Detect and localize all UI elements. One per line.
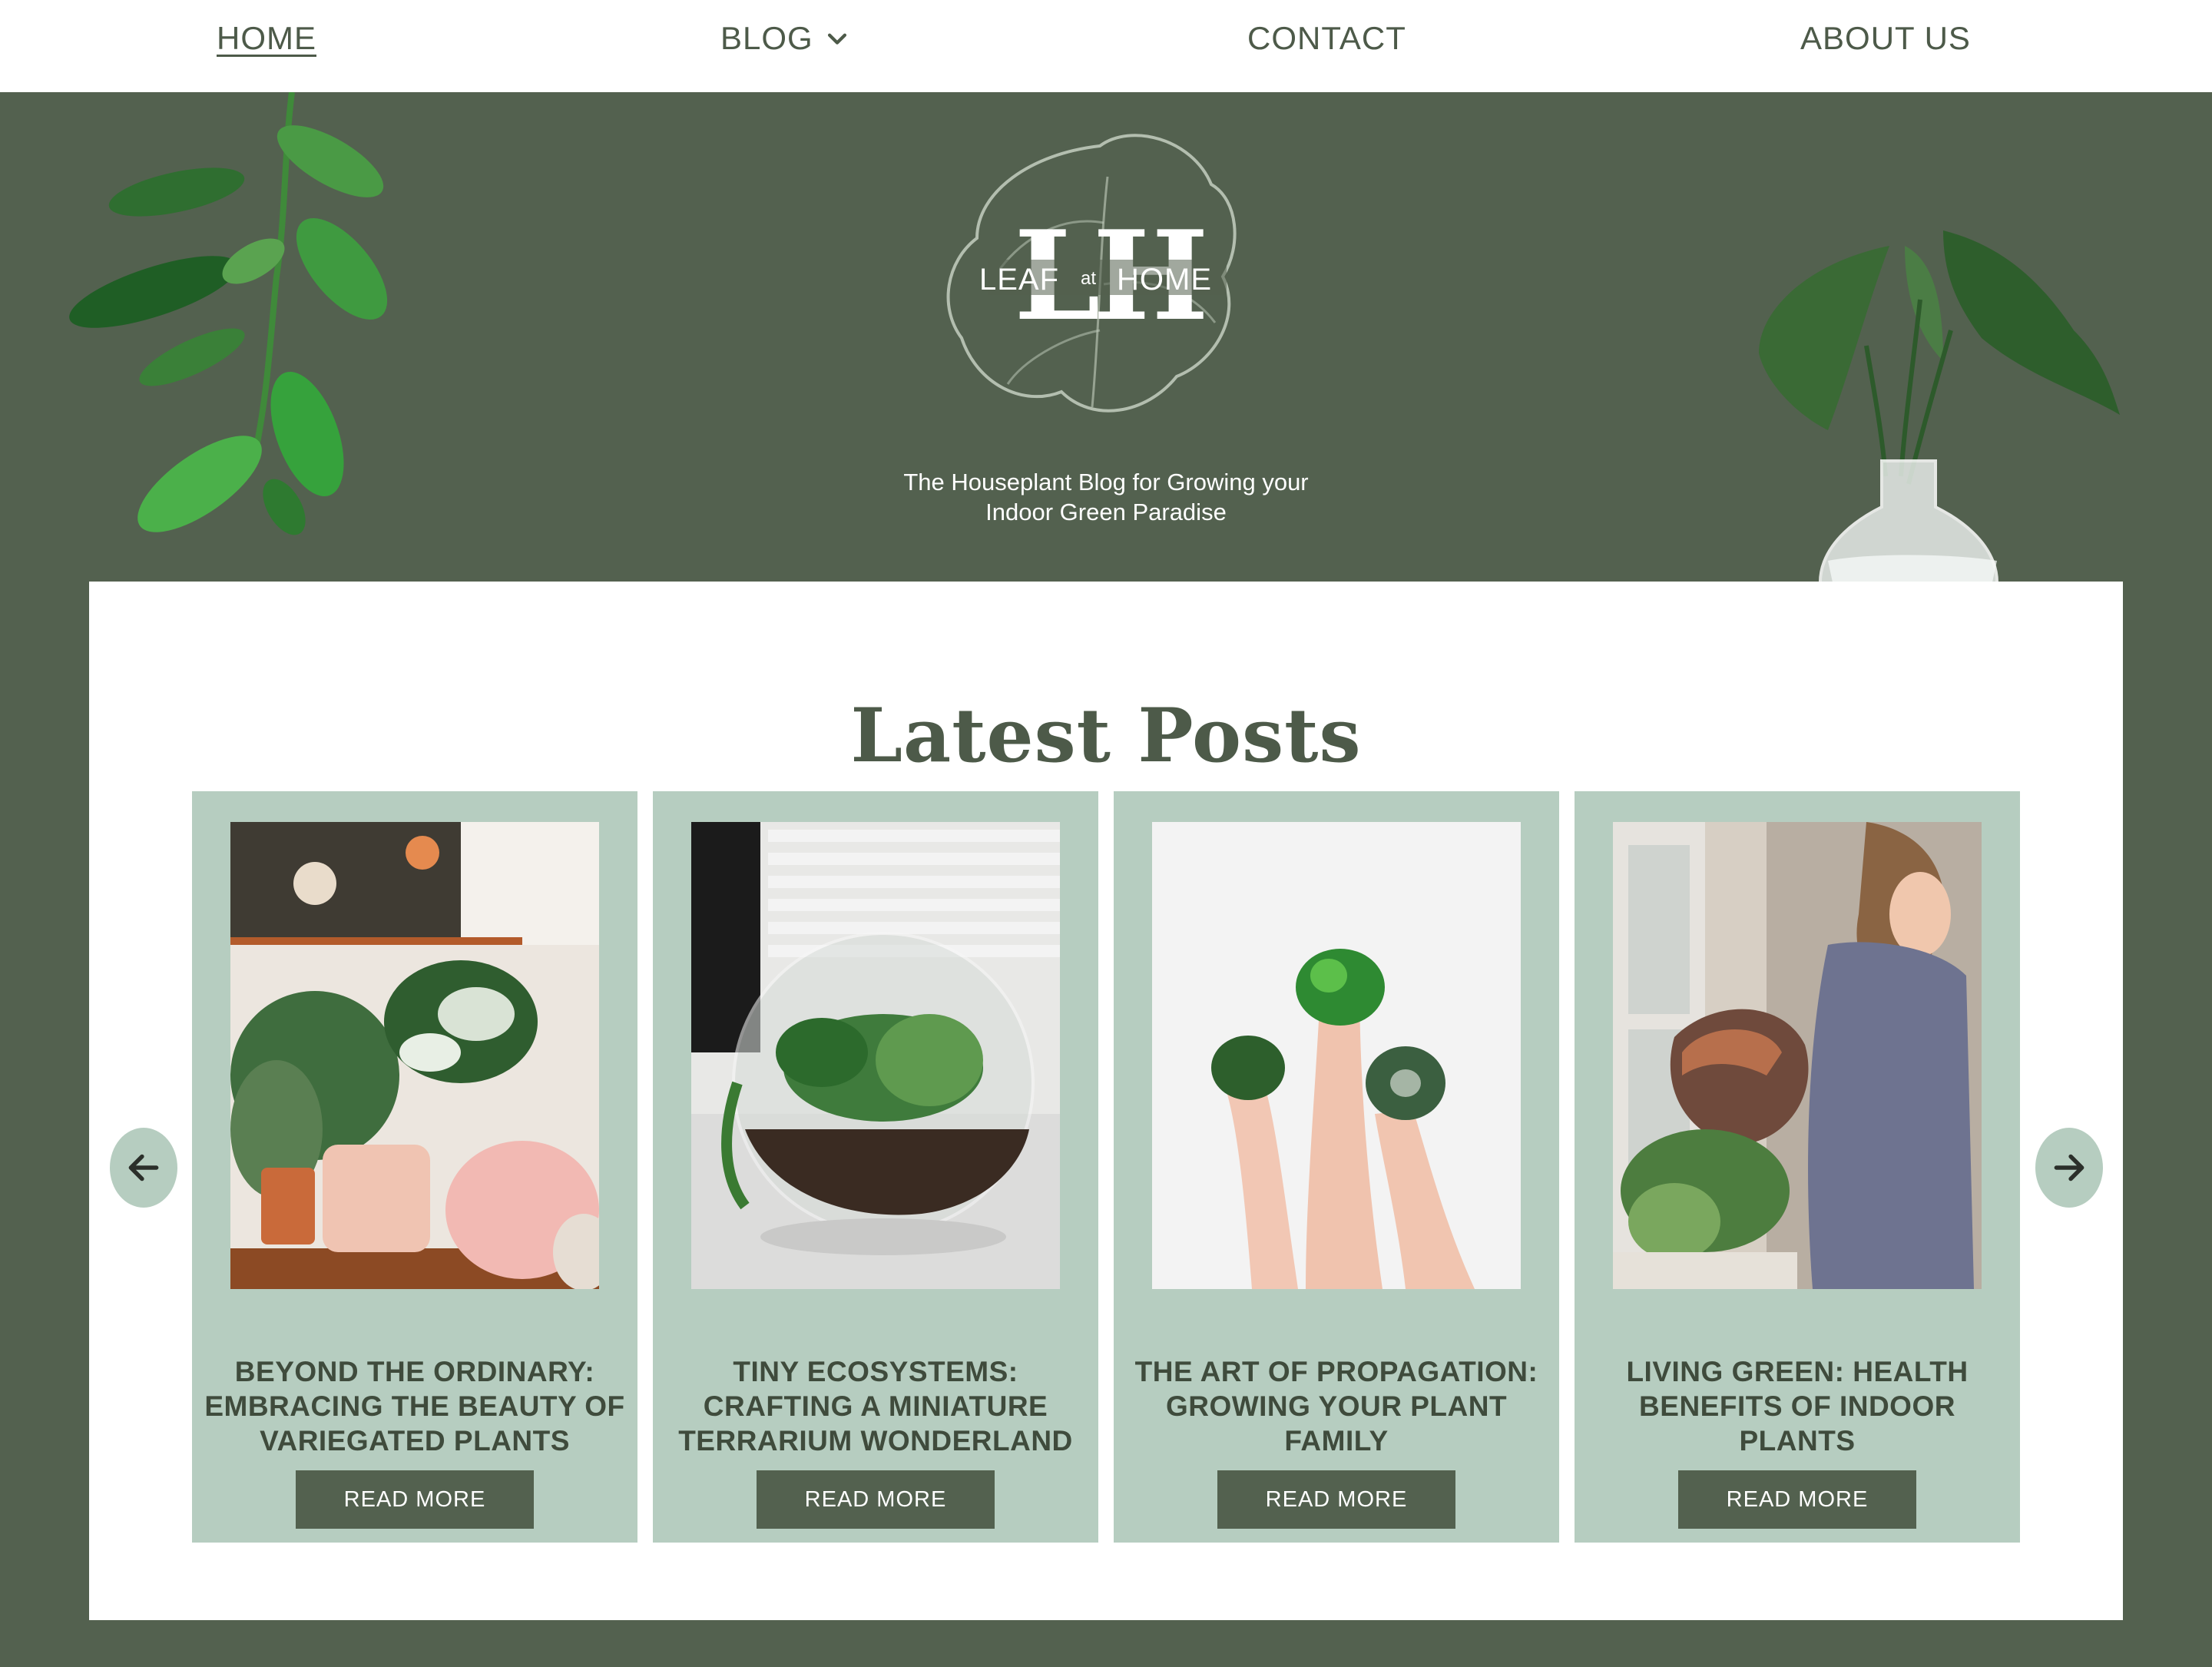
variegated-plants-photo [230,822,599,1289]
post-card: BEYOND THE ORDINARY: EMBRACING THE BEAUT… [192,791,637,1543]
post-title-line: PLANTS [1739,1424,1856,1457]
nav-home-link[interactable]: HOME [217,20,316,57]
post-title[interactable]: BEYOND THE ORDINARY: EMBRACING THE BEAUT… [204,1354,625,1458]
post-image-propagation[interactable] [1152,822,1521,1289]
tagline-line-1: The Houseplant Blog for Growing your [903,469,1309,495]
post-title-line: THE ART OF PROPAGATION: [1134,1355,1538,1387]
post-title-line: TERRARIUM WONDERLAND [678,1424,1073,1457]
hands-holding-plants-photo [1152,822,1521,1289]
read-more-button[interactable]: READ MORE [757,1470,995,1529]
latest-posts-panel: Latest Posts BEYOND THE ORDINARY: EMBRAC… [89,582,2123,1620]
carousel-prev-button[interactable] [110,1128,177,1208]
arrow-left-icon [128,1154,159,1181]
post-title[interactable]: LIVING GREEN: HEALTH BENEFITS OF INDOOR … [1587,1354,2008,1458]
post-title-line: CRAFTING A MINIATURE [703,1390,1048,1422]
watering-plants-photo [1613,822,1982,1289]
logo-text-at: at [1081,268,1096,289]
post-title-line: BEYOND THE ORDINARY: [234,1355,595,1387]
post-title-line: VARIEGATED PLANTS [260,1424,570,1457]
post-title[interactable]: THE ART OF PROPAGATION: GROWING YOUR PLA… [1126,1354,1547,1458]
post-card: TINY ECOSYSTEMS: CRAFTING A MINIATURE TE… [653,791,1098,1543]
read-more-button[interactable]: READ MORE [1217,1470,1455,1529]
logo-text-leaf: LEAF [979,263,1059,297]
arrow-right-icon [2054,1154,2085,1181]
post-title-line: FAMILY [1284,1424,1389,1457]
nav-contact-link[interactable]: CONTACT [1247,20,1406,57]
tagline-line-2: Indoor Green Paradise [985,499,1227,525]
post-image-living-green[interactable] [1613,822,1982,1289]
latest-posts-heading: Latest Posts [850,692,1362,780]
post-card: THE ART OF PROPAGATION: GROWING YOUR PLA… [1114,791,1559,1543]
read-more-button[interactable]: READ MORE [1678,1470,1916,1529]
logo-text-home: HOME [1117,263,1212,297]
site-tagline: The Houseplant Blog for Growing your Ind… [845,467,1367,527]
hero-banner: LH LEAF at HOME The Houseplant Blog for … [0,92,2212,658]
terrarium-photo [691,822,1060,1289]
carousel-next-button[interactable] [2035,1128,2103,1208]
post-title-line: LIVING GREEN: HEALTH [1626,1355,1969,1387]
read-more-button[interactable]: READ MORE [296,1470,534,1529]
top-nav: HOME BLOG CONTACT ABOUT US [0,0,2212,92]
post-card: LIVING GREEN: HEALTH BENEFITS OF INDOOR … [1575,791,2020,1543]
post-title-line: EMBRACING THE BEAUTY OF [204,1390,625,1422]
nav-about-link[interactable]: ABOUT US [1800,20,1971,57]
chevron-down-icon [827,33,846,45]
post-title-line: GROWING YOUR PLANT [1165,1390,1508,1422]
hanging-plant-illustration [69,92,388,535]
post-title[interactable]: TINY ECOSYSTEMS: CRAFTING A MINIATURE TE… [665,1354,1086,1458]
post-title-line: BENEFITS OF INDOOR [1639,1390,1955,1422]
post-image-terrarium[interactable] [691,822,1060,1289]
nav-blog-label: BLOG [720,20,813,56]
post-title-line: TINY ECOSYSTEMS: [733,1355,1018,1387]
nav-blog-link[interactable]: BLOG [720,20,850,57]
post-image-variegated-plants[interactable] [230,822,599,1289]
leaf-at-home-logo: LH LEAF at HOME [946,134,1237,413]
